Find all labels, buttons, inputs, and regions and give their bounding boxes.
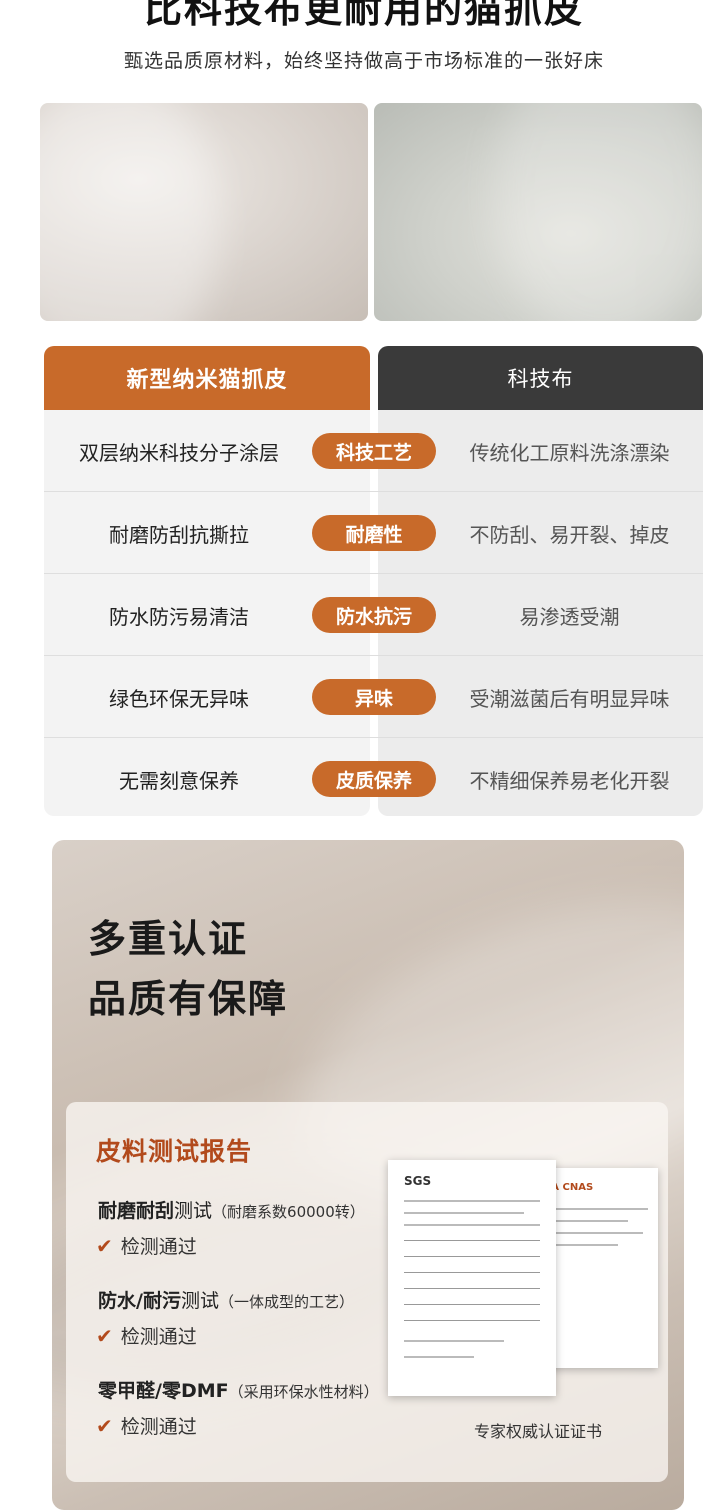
test-result-text: 检测通过	[120, 1416, 197, 1438]
row-right-text: 易渗透受潮	[519, 604, 620, 629]
report-title: 皮料测试报告	[96, 1137, 253, 1166]
row-right-text: 受潮滋菌后有明显异味	[469, 686, 670, 711]
tech-fabric-photo	[374, 103, 702, 321]
page-subtitle: 甄选品质原材料，始终坚持做高于市场标准的一张好床	[123, 50, 604, 72]
comparison-row: 防水防污易清洁 防水抗污 易渗透受潮	[44, 574, 703, 656]
comparison-table: 新型纳米猫抓皮 科技布 双层纳米科技分子涂层 科技工艺 传统化工原料洗涤漂染 耐…	[44, 346, 703, 816]
certificate-documents: CMA CNAS SGS	[388, 1160, 664, 1396]
row-left-text: 绿色环保无异味	[109, 686, 249, 711]
row-tag: 异味	[312, 679, 436, 715]
row-right-text: 传统化工原料洗涤漂染	[469, 440, 670, 465]
test-name-suffix: 测试	[174, 1200, 213, 1222]
comparison-row: 无需刻意保养 皮质保养 不精细保养易老化开裂	[44, 738, 703, 820]
test-name: 耐磨耐刮	[98, 1200, 175, 1222]
test-item: 防水/耐污测试（一体成型的工艺）	[98, 1286, 354, 1313]
comparison-header-right: 科技布	[378, 346, 703, 410]
certification-title-line1: 多重认证	[88, 917, 249, 961]
certification-panel: 多重认证 品质有保障 皮料测试报告 耐磨耐刮测试（耐磨系数60000转） ✔ 检测…	[52, 840, 684, 1510]
row-left-text: 无需刻意保养	[119, 768, 239, 793]
test-note: （耐磨系数60000转）	[212, 1203, 365, 1221]
test-note: （一体成型的工艺）	[218, 1293, 354, 1311]
certificate-document-front: SGS	[388, 1160, 556, 1396]
test-name-suffix: 测试	[180, 1290, 219, 1312]
check-icon: ✔	[96, 1413, 113, 1438]
row-tag: 科技工艺	[312, 433, 436, 469]
test-result-text: 检测通过	[120, 1236, 197, 1258]
page-title: 比科技布更耐用的猫抓皮	[143, 0, 584, 31]
test-report-card: 皮料测试报告 耐磨耐刮测试（耐磨系数60000转） ✔ 检测通过 防水/耐污测试（…	[66, 1102, 668, 1482]
row-left-text: 双层纳米科技分子涂层	[79, 440, 279, 465]
test-item: 耐磨耐刮测试（耐磨系数60000转）	[98, 1196, 365, 1223]
row-right-text: 不防刮、易开裂、掉皮	[469, 522, 670, 547]
row-left-text: 防水防污易清洁	[109, 604, 249, 629]
sgs-logo: SGS	[404, 1174, 432, 1188]
check-icon: ✔	[96, 1323, 113, 1348]
test-result: ✔ 检测通过	[96, 1322, 197, 1349]
test-item: 零甲醛/零DMF（采用环保水性材料）	[98, 1376, 379, 1403]
row-left-text: 耐磨防刮抗撕拉	[109, 522, 249, 547]
comparison-header-left: 新型纳米猫抓皮	[44, 346, 370, 410]
nano-leather-photo	[40, 103, 368, 321]
row-right-text: 不精细保养易老化开裂	[469, 768, 670, 793]
test-name: 零甲醛/零DMF	[98, 1380, 229, 1402]
test-result-text: 检测通过	[120, 1326, 197, 1348]
certificate-caption: 专家权威认证证书	[473, 1422, 602, 1441]
test-result: ✔ 检测通过	[96, 1232, 197, 1259]
comparison-row: 耐磨防刮抗撕拉 耐磨性 不防刮、易开裂、掉皮	[44, 492, 703, 574]
row-tag: 皮质保养	[312, 761, 436, 797]
certification-title-line2: 品质有保障	[88, 977, 289, 1021]
comparison-row: 双层纳米科技分子涂层 科技工艺 传统化工原料洗涤漂染	[44, 410, 703, 492]
comparison-row: 绿色环保无异味 异味 受潮滋菌后有明显异味	[44, 656, 703, 738]
test-name: 防水/耐污	[98, 1290, 181, 1312]
test-result: ✔ 检测通过	[96, 1412, 197, 1439]
check-icon: ✔	[96, 1233, 113, 1258]
test-note: （采用环保水性材料）	[228, 1383, 379, 1401]
row-tag: 耐磨性	[312, 515, 436, 551]
row-tag: 防水抗污	[312, 597, 436, 633]
